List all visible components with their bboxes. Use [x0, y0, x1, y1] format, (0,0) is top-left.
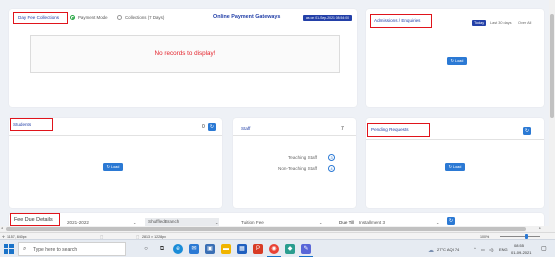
language-indicator[interactable]: ENG — [499, 247, 508, 252]
teaching-staff-label: Teaching Staff — [287, 155, 317, 160]
task-view-icon[interactable]: ⧉ — [157, 244, 167, 254]
taskbar: ⌕ Type here to search ○ ⧉ e ✉ ▣ ▬ ▦ P ◉ … — [0, 239, 555, 257]
no-records-panel: No records to display! — [30, 35, 340, 73]
divider — [366, 139, 544, 140]
students-load-data-button[interactable]: ↻Load data — [103, 163, 123, 177]
crosshair-icon: ✛ — [2, 234, 6, 239]
edge-icon[interactable]: e — [173, 244, 183, 254]
vertical-scroll-thumb[interactable] — [550, 14, 554, 118]
students-refresh-button[interactable]: ↻ — [208, 123, 216, 131]
chrome-icon[interactable]: ◉ — [269, 244, 279, 254]
fee-due-details-title: Fee Due Details — [14, 217, 53, 223]
divider — [9, 135, 222, 136]
refresh-icon: ↻ — [524, 128, 530, 134]
day-fee-collections-card: Day Fee Collections Payment Mode Collect… — [9, 9, 357, 107]
chevron-down-icon: ⌄ — [215, 220, 219, 225]
chevron-down-icon: ⌄ — [133, 220, 137, 225]
admissions-enquiries-card: Admissions / Enquiries Today Last 30 day… — [366, 9, 544, 107]
pending-requests-card: Pending Requests ↻ ↻Load data — [366, 118, 544, 208]
staff-card: Staff 7 Teaching Staff 3 Non-Teaching St… — [233, 118, 356, 208]
pending-refresh-button[interactable]: ↻ — [523, 127, 531, 135]
cortana-icon[interactable]: ○ — [141, 244, 151, 254]
weather-icon[interactable]: ☁ — [428, 247, 434, 254]
branch-value: ShuffledBranch — [148, 219, 180, 224]
tab-today[interactable]: Today — [472, 20, 487, 26]
search-placeholder: Type here to search — [33, 247, 78, 253]
divider — [233, 135, 356, 136]
network-icon[interactable]: ▭ — [481, 247, 485, 252]
collections-7-days-radio[interactable] — [117, 15, 122, 20]
refresh-icon: ↻ — [450, 58, 454, 63]
paint-icon[interactable]: ✎ — [301, 244, 311, 254]
status-bar: ✛ 1157, 840px ⬚ ⬚ 2813 × 1228px 100% — [0, 232, 555, 239]
no-records-message: No records to display! — [154, 50, 216, 57]
zoom-level: 100% — [480, 234, 490, 239]
staff-count: 7 — [341, 126, 344, 132]
clock-time[interactable]: 08:55 — [514, 243, 524, 248]
refresh-icon: ↻ — [106, 164, 110, 169]
load-data-label: Load data — [451, 165, 462, 177]
refresh-icon: ↻ — [448, 164, 452, 169]
scroll-right-icon[interactable]: ▸ — [539, 226, 541, 230]
pending-load-data-button[interactable]: ↻Load data — [445, 163, 465, 177]
search-icon: ⌕ — [23, 246, 27, 252]
non-teaching-staff-label: Non-Teaching Staff — [278, 166, 317, 171]
volume-icon[interactable]: ◁) — [489, 247, 493, 252]
as-of-badge: as on 01-Sep-2021 08:54:00 — [303, 15, 352, 21]
weather-text[interactable]: 27°C AQI 74 — [437, 247, 459, 252]
installment-value: Installment 3 — [359, 220, 386, 225]
pending-requests-title: Pending Requests — [371, 127, 409, 132]
refresh-icon: ↻ — [209, 124, 215, 130]
tray-chevron-icon[interactable]: ^ — [474, 246, 476, 251]
cursor-position: 1157, 840px — [7, 234, 27, 239]
online-payment-gateways-title: Online Payment Gateways — [213, 14, 281, 20]
horizontal-scroll-thumb[interactable] — [6, 227, 526, 231]
taskbar-search-box[interactable]: ⌕ Type here to search — [18, 242, 126, 256]
students-title: Students — [13, 122, 32, 127]
scroll-left-icon[interactable]: ◂ — [1, 226, 3, 230]
non-teaching-staff-count[interactable]: 4 — [328, 165, 335, 172]
image-size-icon: ⬚ — [136, 234, 140, 239]
fee-type-value: Tuition Fee — [241, 220, 264, 225]
mail-icon[interactable]: ✉ — [189, 244, 199, 254]
zoom-slider[interactable] — [500, 235, 540, 237]
staff-title: Staff — [241, 126, 251, 131]
due-till-label: Due Till — [339, 220, 355, 225]
fee-due-refresh-button[interactable]: ↻ — [447, 217, 455, 225]
file-explorer-icon[interactable]: ▬ — [221, 244, 231, 254]
tab-over-all[interactable]: Over All — [518, 21, 531, 25]
vertical-scrollbar[interactable] — [549, 0, 555, 232]
app-icon[interactable]: ▦ — [237, 244, 247, 254]
chevron-down-icon: ⌄ — [319, 220, 323, 225]
windows-start-button[interactable] — [4, 244, 14, 254]
students-card: Students 0 ↻ ↻Load data — [9, 118, 222, 208]
app-icon-2[interactable]: ◆ — [285, 244, 295, 254]
powerpoint-icon[interactable]: P — [253, 244, 263, 254]
store-icon[interactable]: ▣ — [205, 244, 215, 254]
load-data-label: Load data — [109, 165, 120, 177]
collections-7-days-label: Collections (7 Days) — [125, 15, 165, 20]
day-fee-collections-title: Day Fee Collections — [18, 15, 60, 20]
refresh-icon: ↻ — [448, 218, 454, 224]
admissions-load-data-button[interactable]: ↻Load data — [447, 57, 467, 71]
students-count: 0 — [202, 124, 205, 130]
admissions-enquiries-title: Admissions / Enquiries — [374, 18, 421, 23]
image-size: 2813 × 1228px — [142, 234, 166, 239]
payment-mode-radio[interactable] — [70, 15, 75, 20]
selection-icon: ⬚ — [100, 234, 104, 239]
notification-icon[interactable]: ▢ — [541, 245, 547, 252]
tab-last-30-days[interactable]: Last 30 days — [490, 21, 512, 25]
chevron-down-icon: ⌄ — [436, 220, 440, 225]
teaching-staff-count[interactable]: 3 — [328, 154, 335, 161]
payment-mode-label: Payment Mode — [78, 15, 108, 20]
academic-year-value: 2021-2022 — [67, 220, 89, 225]
clock-date[interactable]: 01-09-2021 — [511, 250, 531, 255]
load-data-label: Load data — [453, 59, 464, 71]
